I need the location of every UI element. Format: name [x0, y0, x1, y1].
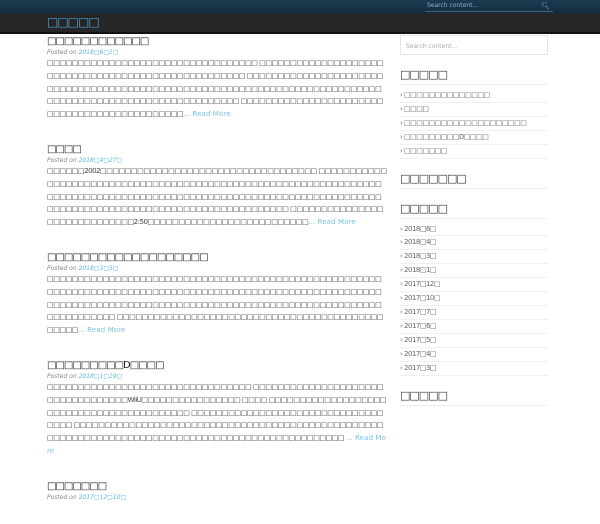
post-date[interactable]: 2018□1□19□ [79, 373, 123, 380]
post-excerpt: □□□□□□2002□□□□□□□□□□□□□□□□□□□□□□□□□□□□□□… [47, 165, 387, 227]
search-icon[interactable]: 🔍︎ [541, 1, 550, 11]
post-excerpt: □□□□□□□□□□□□□□□□□□□□□□□□□□□□□□□□□□ □□□□□… [47, 58, 384, 119]
recent-post-link[interactable]: › □□□□ [400, 103, 548, 117]
archive-link[interactable]: › 2017□7□ [400, 306, 548, 320]
recent-post-link[interactable]: › □□□□□□□□□□□□□□□□□□□□ [400, 117, 548, 131]
post: □□□□□□□□□□□□□□□□□□□ Posted on 2018□3□5□ … [47, 251, 387, 337]
posted-on-label: Posted on [47, 493, 77, 501]
post-meta: Posted on 2018□1□19□ [47, 372, 387, 381]
site-header: □□□□□ [0, 13, 600, 34]
recent-posts-list: › □□□□□□□□□□□□□□ › □□□□ › □□□□□□□□□□□□□□… [400, 89, 548, 159]
posted-on-label: Posted on [47, 264, 77, 272]
posted-on-label: Posted on [47, 156, 77, 164]
post-title[interactable]: □□□□□□□ [47, 480, 387, 493]
top-search-input[interactable]: Search content... 🔍︎ [425, 1, 553, 12]
post: □□□□□□□□□□□□ Posted on 2018□6□1□ □□□□□□□… [47, 35, 387, 121]
sidebar: Search content... □□□□□ › □□□□□□□□□□□□□□… [400, 35, 548, 406]
post-date[interactable]: 2018□6□1□ [79, 49, 119, 56]
post: □□□□□□□ Posted on 2017□12□10□ [47, 480, 387, 502]
archive-link[interactable]: › 2018□6□ [400, 223, 548, 237]
archive-link[interactable]: › 2018□3□ [400, 250, 548, 265]
archive-link[interactable]: › 2017□12□ [400, 278, 548, 293]
post-date[interactable]: 2018□3□5□ [79, 265, 119, 272]
post-title[interactable]: □□□□□□□□□□□□ [47, 35, 387, 48]
read-more-link[interactable]: Read More [87, 325, 125, 334]
recent-post-link[interactable]: › □□□□□□□□□□□□□□ [400, 89, 548, 103]
post-meta: Posted on 2018□3□5□ [47, 264, 387, 273]
post-list: □□□□□□□□□□□□ Posted on 2018□6□1□ □□□□□□□… [47, 35, 387, 524]
posted-on-label: Posted on [47, 372, 77, 380]
post-title[interactable]: □□□□ [47, 143, 387, 156]
post-meta: Posted on 2018□4□27□ [47, 156, 387, 165]
post-meta: Posted on 2018□6□1□ [47, 48, 387, 57]
top-bar: Search content... 🔍︎ [0, 0, 600, 13]
excerpt-text: □□□□□□□□□□□□□□□□□□□□□□□□□□□□□□□□□ □□□□□□… [47, 381, 387, 443]
recent-comments-title: □□□□□□□ [400, 172, 548, 189]
recent-post-link[interactable]: › □□□□□□□ [400, 145, 548, 159]
posted-on-label: Posted on [47, 49, 77, 56]
post-date[interactable]: 2018□4□27□ [79, 157, 123, 164]
recent-posts-title: □□□□□ [400, 68, 548, 85]
recent-post-link[interactable]: › □□□□□□□□□D□□□□ [400, 131, 548, 145]
archive-link[interactable]: › 2017□6□ [400, 320, 548, 334]
read-more-link[interactable]: Read More [318, 217, 356, 226]
post-meta: Posted on 2017□12□10□ [47, 493, 387, 502]
archives-title: □□□□□ [400, 202, 548, 219]
site-title[interactable]: □□□□□ [47, 15, 100, 29]
read-more-link[interactable]: Read More [192, 109, 230, 118]
post: □□□□ Posted on 2018□4□27□ □□□□□□2002□□□□… [47, 143, 387, 229]
post-excerpt: □□□□□□□□□□□□□□□□□□□□□□□□□□□□□□□□□ □□□□□□… [47, 381, 387, 455]
archive-link[interactable]: › 2017□10□ [400, 292, 548, 306]
post: □□□□□□□□□D□□□□ Posted on 2018□1□19□ □□□□… [47, 359, 387, 458]
archive-link[interactable]: › 2018□1□ [400, 264, 548, 279]
post-title[interactable]: □□□□□□□□□□□□□□□□□□□ [47, 251, 387, 264]
archive-link[interactable]: › 2017□5□ [400, 334, 548, 348]
sidebar-search-input[interactable]: Search content... [400, 35, 548, 55]
post-date[interactable]: 2017□12□10□ [79, 494, 127, 501]
categories-title: □□□□□ [400, 389, 548, 406]
archive-link[interactable]: › 2017□3□ [400, 362, 548, 376]
archive-link[interactable]: › 2017□4□ [400, 348, 548, 362]
post-title[interactable]: □□□□□□□□□D□□□□ [47, 359, 387, 372]
top-search-placeholder: Search content... [427, 2, 479, 9]
post-excerpt: □□□□□□□□□□□□□□□□□□□□□□□□□□□□□□□□□□□□□□□□… [47, 273, 384, 335]
archives-list: › 2018□6□ › 2018□4□ › 2018□3□ › 2018□1□ … [400, 223, 548, 376]
archive-link[interactable]: › 2018□4□ [400, 236, 548, 251]
